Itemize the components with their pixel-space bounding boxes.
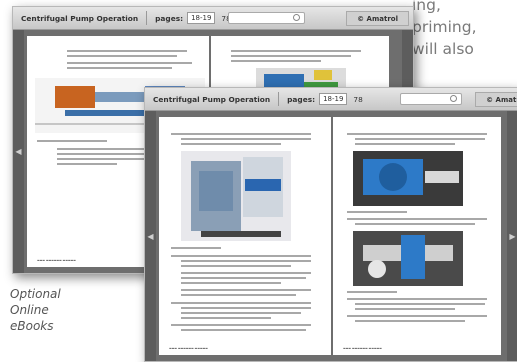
book-title: Centrifugal Pump Operation xyxy=(21,13,139,23)
toolbar: Centrifugal Pump Operation pages: 18-19 … xyxy=(13,7,413,30)
search-input[interactable] xyxy=(228,12,305,24)
search-input[interactable] xyxy=(400,93,462,105)
background-text-snippet: ing, priming, will also xyxy=(412,0,517,60)
caption-line: eBooks xyxy=(10,319,54,333)
page-footer: ▬▬▬ ▬▬▬▬▬▬ ▬▬▬▬▬ xyxy=(343,346,382,350)
caption-line: Online xyxy=(10,303,49,317)
toolbar-divider xyxy=(146,11,148,25)
pages-label: pages: xyxy=(287,94,316,104)
page-count: 78 xyxy=(353,94,363,104)
pages-label: pages: xyxy=(155,13,184,23)
optional-online-ebooks-caption: Optional Online eBooks xyxy=(10,286,61,334)
caption-line: Optional xyxy=(10,287,61,301)
search-icon xyxy=(293,14,300,21)
snippet-line: priming, xyxy=(412,18,477,36)
left-page: ▬▬▬ ▬▬▬▬▬▬ ▬▬▬▬▬ xyxy=(159,117,331,355)
right-page: ▬▬▬ ▬▬▬▬▬▬ ▬▬▬▬▬ xyxy=(333,117,501,355)
chevron-left-icon[interactable]: ◀ xyxy=(13,30,24,273)
chevron-right-icon[interactable]: ▶ xyxy=(507,111,517,361)
snippet-line: will also xyxy=(412,40,474,58)
suction-line-photo xyxy=(353,151,463,206)
toolbar: Centrifugal Pump Operation pages: 18-19 … xyxy=(145,88,517,111)
book-title: Centrifugal Pump Operation xyxy=(153,94,271,104)
pressure-gauge-photo xyxy=(353,231,463,286)
pump-trainer-photo xyxy=(181,151,291,241)
snippet-line: ing, xyxy=(412,0,441,14)
viewer-area: ◀ ▬▬▬ ▬▬▬▬▬▬ ▬▬▬▬▬ ▬▬▬ ▬▬▬▬▬▬ ▬▬▬▬▬ ▶ xyxy=(145,111,517,361)
toolbar-divider xyxy=(278,92,280,106)
brand-button[interactable]: © Amatrol xyxy=(475,92,517,107)
page-number-input[interactable]: 18-19 xyxy=(187,12,216,24)
chevron-left-icon[interactable]: ◀ xyxy=(145,111,156,361)
page-footer: ▬▬▬ ▬▬▬▬▬▬ ▬▬▬▬▬ xyxy=(169,346,208,350)
brand-button[interactable]: © Amatrol xyxy=(346,11,409,26)
page-footer: ▬▬▬ ▬▬▬▬▬▬ ▬▬▬▬▬ xyxy=(37,258,76,262)
page-number-input[interactable]: 18-19 xyxy=(319,93,348,105)
search-icon xyxy=(450,95,457,102)
ebook-window-front: Centrifugal Pump Operation pages: 18-19 … xyxy=(144,87,517,362)
